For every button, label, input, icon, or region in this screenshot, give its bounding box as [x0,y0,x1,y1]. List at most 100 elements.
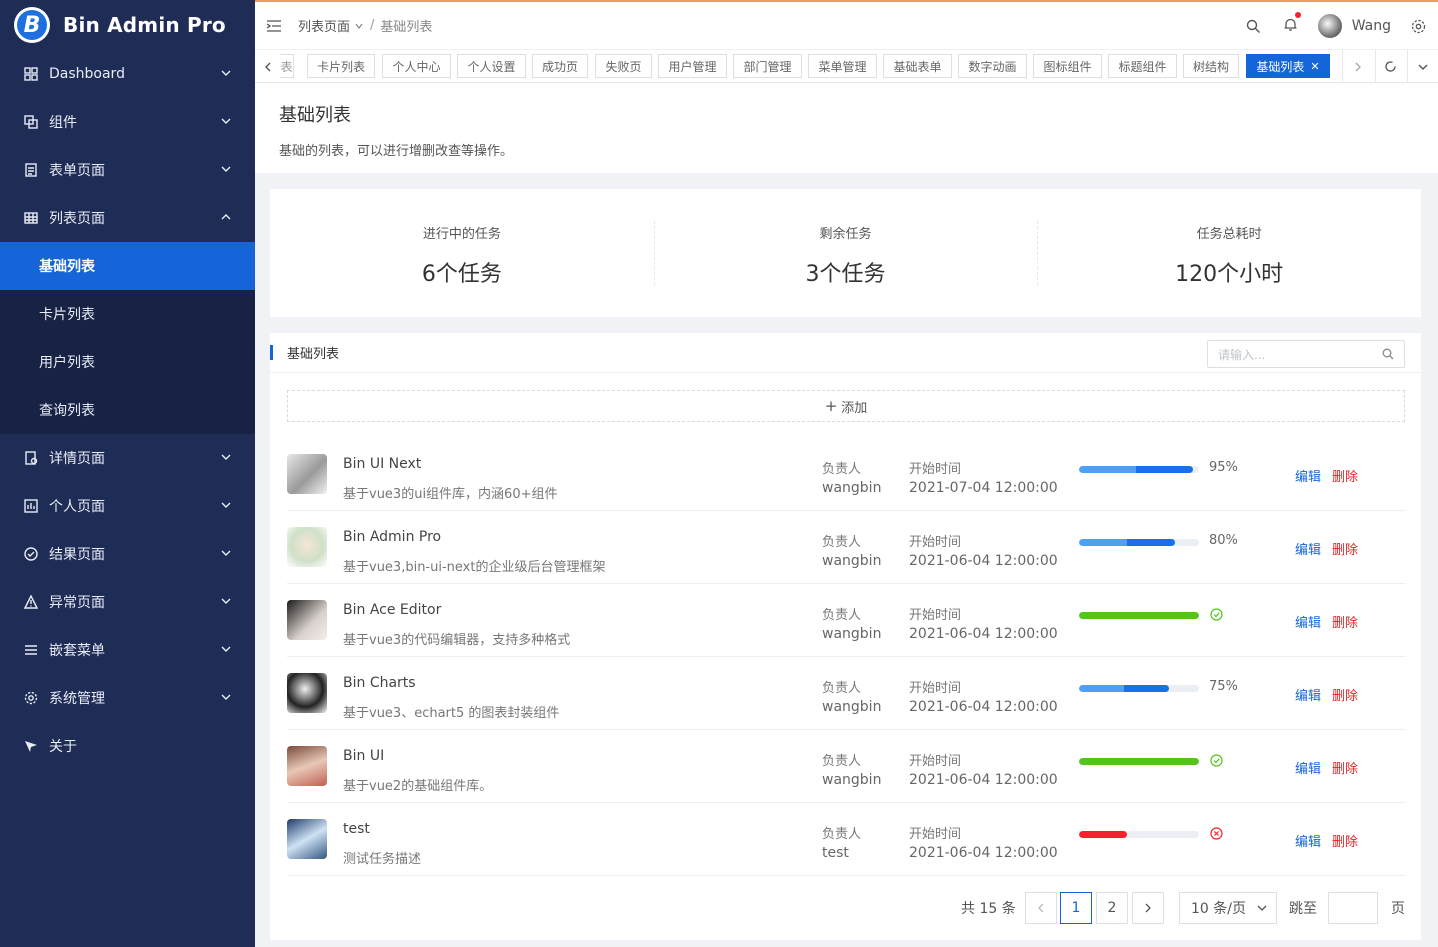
sidebar-item-list-pages[interactable]: 列表页面 [0,194,255,242]
item-title[interactable]: Bin UI Next [343,456,421,472]
delete-button[interactable]: 删除 [1332,612,1358,631]
sidebar-item-exception-pages[interactable]: 异常页面 [0,578,255,626]
collapse-menu-icon[interactable] [266,18,282,34]
progress-bar [1079,758,1199,765]
list-item: Bin UI 基于vue2的基础组件库。 负责人 wangbin 开始时间 20… [287,730,1405,803]
list-item: Bin Charts 基于vue3、echart5 的图表封装组件 负责人 wa… [287,657,1405,730]
tab-item[interactable]: 成功页 [532,54,588,78]
tab-item[interactable]: 个人设置 [457,54,526,78]
tab-item[interactable]: 树结构 [1183,54,1239,78]
sidebar-subitem-user-list[interactable]: 用户列表 [0,338,255,386]
edit-button[interactable]: 编辑 [1295,831,1321,850]
tab-item[interactable]: 失败页 [595,54,652,78]
sidebar-item-label: 个人页面 [49,499,105,515]
sidebar-subitem-query-list[interactable]: 查询列表 [0,386,255,434]
sidebar-item-dashboard[interactable]: Dashboard [0,50,255,98]
success-check-icon [1210,754,1223,767]
card-title: 基础列表 [287,347,340,362]
delete-button[interactable]: 删除 [1332,758,1358,777]
chevron-down-icon [221,550,231,556]
next-page-button[interactable] [1132,892,1164,924]
item-title[interactable]: Bin Charts [343,675,416,691]
item-title[interactable]: Bin Admin Pro [343,529,441,545]
sidebar-subitem-basic-list[interactable]: 基础列表 [0,242,255,290]
item-thumbnail [287,527,327,567]
close-icon[interactable]: ✕ [1310,60,1319,73]
start-time-label: 开始时间 [909,754,962,769]
sidebar-subitem-card-list[interactable]: 卡片列表 [0,290,255,338]
tab-item[interactable]: 数字动画 [958,54,1027,78]
components-icon [23,114,39,130]
tab-item[interactable]: 个人中心 [382,54,451,78]
edit-button[interactable]: 编辑 [1295,685,1321,704]
sidebar-item-personal-pages[interactable]: 个人页面 [0,482,255,530]
tab-partial[interactable]: 表 [280,54,294,78]
avatar[interactable] [1317,14,1342,38]
breadcrumb-item[interactable]: 列表页面 [298,16,350,35]
tabs-scroll-right[interactable] [1342,50,1372,83]
tab-active[interactable]: 基础列表 ✕ [1246,54,1330,78]
item-title[interactable]: test [343,821,370,837]
breadcrumb-item-current: 基础列表 [380,20,433,35]
edit-button[interactable]: 编辑 [1295,758,1321,777]
sidebar-item-nested-menu[interactable]: 嵌套菜单 [0,626,255,674]
sidebar-item-form-pages[interactable]: 表单页面 [0,146,255,194]
sidebar-item-detail-pages[interactable]: 详情页面 [0,434,255,482]
start-time-value: 2021-06-04 12:00:00 [909,699,1058,715]
delete-button[interactable]: 删除 [1332,831,1358,850]
tab-item[interactable]: 基础表单 [883,54,952,78]
start-time-label: 开始时间 [909,827,962,842]
delete-button[interactable]: 删除 [1332,539,1358,558]
card-header: 基础列表 请输入... [270,333,1421,373]
list-card: 基础列表 请输入... + 添加 Bin UI Next 基于vue3的ui组件… [270,333,1421,940]
notification-bell[interactable] [1283,11,1301,36]
edit-button[interactable]: 编辑 [1295,466,1321,485]
plus-icon: + [824,397,838,415]
top-header: 列表页面 / 基础列表 Wang [255,0,1438,50]
personal-icon [23,498,39,514]
search-icon[interactable] [1382,348,1394,360]
item-thumbnail [287,673,327,713]
search-input[interactable]: 请输入... [1207,340,1405,368]
table-icon [23,210,39,226]
page-button-2[interactable]: 2 [1096,892,1128,924]
sidebar-item-about[interactable]: 关于 [0,722,255,770]
tab-item[interactable]: 标题组件 [1108,54,1177,78]
jump-page-input[interactable] [1328,892,1378,924]
edit-button[interactable]: 编辑 [1295,539,1321,558]
tab-label: 基础列表 [1256,59,1305,74]
tab-item[interactable]: 菜单管理 [808,54,877,78]
tab-item[interactable]: 部门管理 [733,54,802,78]
item-title[interactable]: Bin Ace Editor [343,602,441,618]
delete-button[interactable]: 删除 [1332,685,1358,704]
chevron-up-icon [221,214,231,220]
form-icon [23,162,39,178]
delete-button[interactable]: 删除 [1332,466,1358,485]
chevron-down-icon [221,118,231,124]
sidebar-item-result-pages[interactable]: 结果页面 [0,530,255,578]
sidebar-item-components[interactable]: 组件 [0,98,255,146]
logo[interactable]: B Bin Admin Pro [0,0,255,50]
tab-item[interactable]: 卡片列表 [307,54,375,78]
username[interactable]: Wang [1352,18,1391,34]
app-name: Bin Admin Pro [63,13,226,37]
edit-button[interactable]: 编辑 [1295,612,1321,631]
sidebar-item-label: 详情页面 [49,451,105,467]
page-button-1[interactable]: 1 [1060,892,1092,924]
add-button[interactable]: + 添加 [287,390,1405,422]
page-size-select[interactable]: 10 条/页 [1179,892,1277,924]
search-icon[interactable] [1246,19,1261,34]
tab-item[interactable]: 图标组件 [1033,54,1102,78]
gear-icon[interactable] [1411,19,1426,34]
tabs-refresh[interactable] [1375,50,1405,83]
item-thumbnail [287,454,327,494]
prev-page-button[interactable] [1025,892,1057,924]
sidebar-item-system[interactable]: 系统管理 [0,674,255,722]
tabs-menu[interactable] [1407,50,1437,83]
stat-label: 剩余任务 [819,227,872,242]
tabs-scroll-left[interactable] [255,50,281,83]
item-title[interactable]: Bin UI [343,748,384,764]
menu-lines-icon [23,642,39,658]
sidebar-item-label: 卡片列表 [39,307,95,323]
tab-item[interactable]: 用户管理 [658,54,727,78]
